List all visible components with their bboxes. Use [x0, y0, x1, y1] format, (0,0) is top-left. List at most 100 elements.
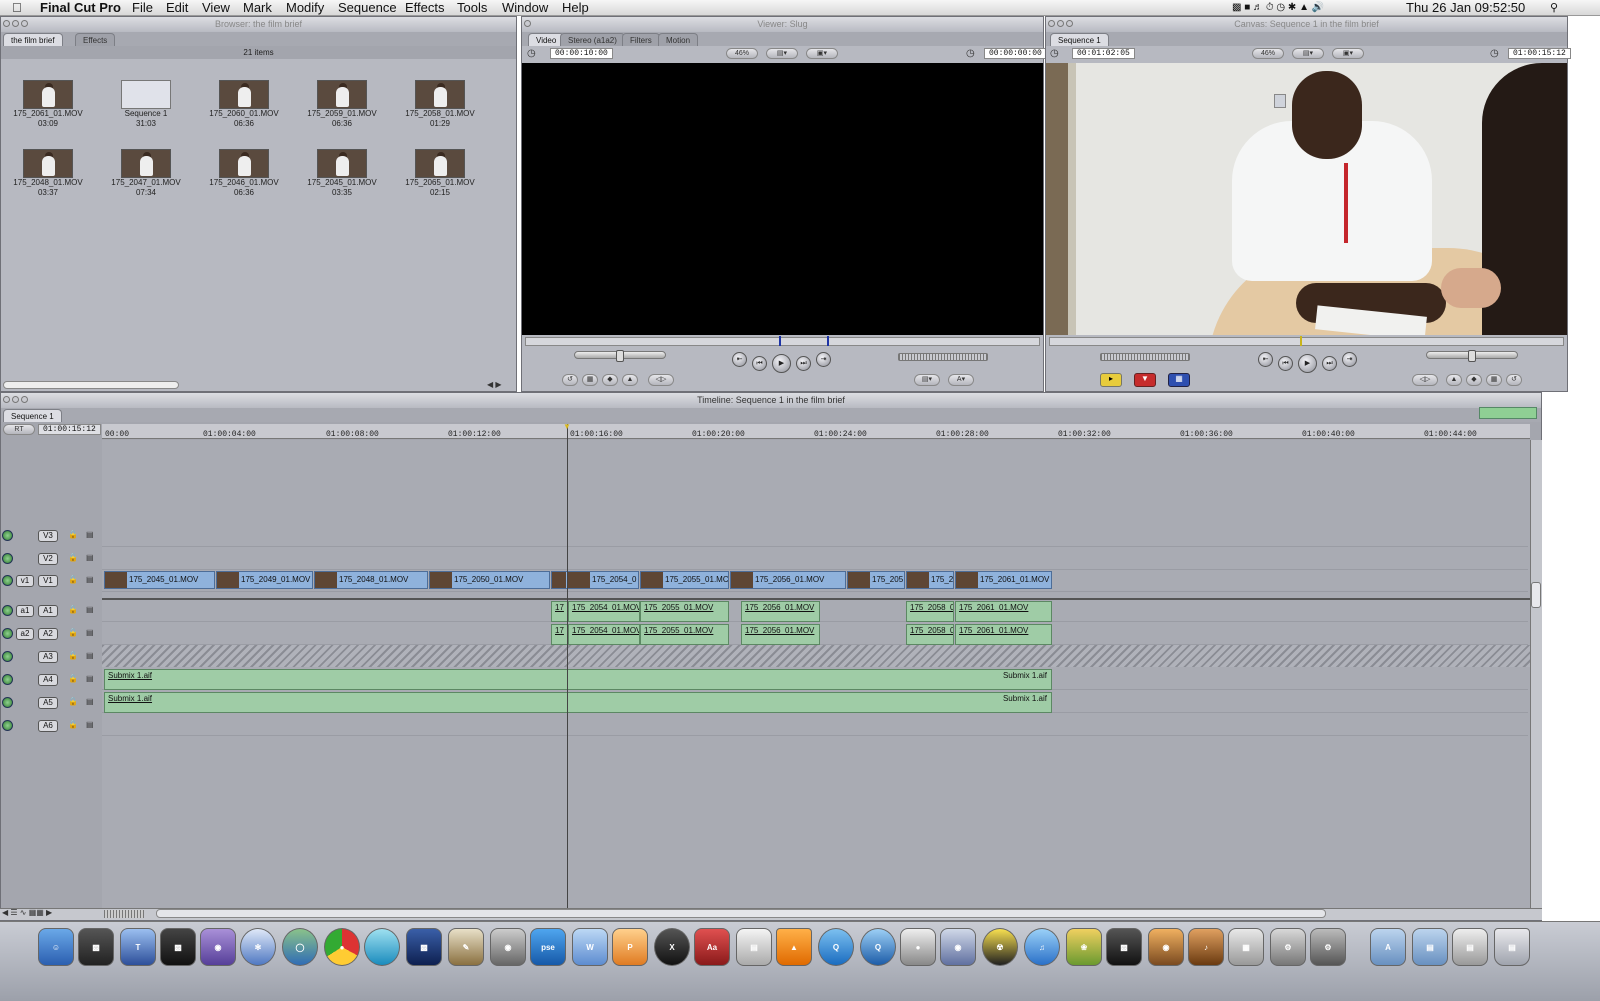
- browser-clip[interactable]: 175_2046_01.MOV 06:36: [198, 149, 290, 211]
- scroll-thumb[interactable]: [1531, 582, 1541, 608]
- close-button[interactable]: [3, 20, 10, 27]
- timeline-audio-clip[interactable]: 175_2056_01.MOV: [741, 601, 820, 622]
- track-a6[interactable]: [102, 714, 1528, 736]
- browser-clip[interactable]: 175_2047_01.MOV 07:34: [100, 149, 192, 211]
- go-to-previous-edit-button[interactable]: ⏮: [1278, 356, 1293, 371]
- preferences-icon[interactable]: ⚙: [1270, 928, 1306, 966]
- track-label[interactable]: A2: [38, 628, 58, 640]
- track-audible-icon[interactable]: [2, 720, 13, 731]
- out-point-marker[interactable]: [827, 336, 829, 346]
- vlc-icon[interactable]: ▲: [776, 928, 812, 966]
- timeline-current-timecode[interactable]: 01:00:15:12: [38, 424, 101, 435]
- track-v3[interactable]: [102, 525, 1528, 547]
- timeline-video-clip[interactable]: 175_2049_01.MOV: [216, 571, 313, 589]
- wacom-icon[interactable]: W: [572, 928, 608, 966]
- source-patch-v1[interactable]: v1: [16, 575, 34, 587]
- globe-icon[interactable]: ◯: [282, 928, 318, 966]
- text-app-icon[interactable]: T: [120, 928, 156, 966]
- play-in-to-out-button[interactable]: ⇤: [1258, 352, 1273, 367]
- menu-file[interactable]: File: [132, 0, 153, 16]
- zoom-button[interactable]: [21, 20, 28, 27]
- safari-icon[interactable]: ✻: [240, 928, 276, 966]
- mark-clip-button[interactable]: ▦: [1486, 374, 1502, 386]
- zoom-slider[interactable]: [104, 910, 144, 918]
- calculator-icon[interactable]: ▦: [1228, 928, 1264, 966]
- overlay-popup[interactable]: ▣▾: [806, 48, 838, 59]
- mark-in-out-button[interactable]: ◁▷: [648, 374, 674, 386]
- playhead-handle-icon[interactable]: ▼: [563, 422, 571, 431]
- browser-clip[interactable]: 175_2048_01.MOV 03:37: [2, 149, 94, 211]
- tab-effects[interactable]: Effects: [75, 33, 116, 46]
- zoom-button[interactable]: [21, 396, 28, 403]
- shuttle-control[interactable]: [1426, 350, 1518, 362]
- lock-icon[interactable]: 🔒: [68, 674, 78, 683]
- insert-edit-button[interactable]: ▸: [1100, 373, 1122, 387]
- track-label[interactable]: V2: [38, 553, 58, 565]
- viewer-video-area[interactable]: [522, 63, 1043, 335]
- documents-folder-icon[interactable]: ▤: [1412, 928, 1448, 966]
- search-icon[interactable]: ⚲: [1550, 0, 1558, 16]
- sphere-icon[interactable]: [364, 928, 400, 966]
- track-audible-icon[interactable]: [2, 674, 13, 685]
- dvd-player-icon[interactable]: ●: [900, 928, 936, 966]
- menu-sequence[interactable]: Sequence: [338, 0, 397, 16]
- lock-icon[interactable]: 🔒: [68, 628, 78, 637]
- timeline-audio-clip[interactable]: 175_2058_0: [906, 624, 954, 645]
- timeline-audio-clip[interactable]: 175_2054_01.MOV: [568, 624, 640, 645]
- view-options-popup[interactable]: ▤▾: [766, 48, 798, 59]
- preview-icon[interactable]: ▤: [736, 928, 772, 966]
- final-cut-pro-icon[interactable]: ▩: [78, 928, 114, 966]
- close-button[interactable]: [524, 20, 531, 27]
- tab-sequence-1[interactable]: Sequence 1: [1050, 33, 1109, 46]
- view-options-popup[interactable]: ▤▾: [1292, 48, 1324, 59]
- play-around-button[interactable]: ⇥: [1342, 352, 1357, 367]
- play-button[interactable]: ▶: [1298, 354, 1317, 373]
- add-marker-button[interactable]: ▲: [622, 374, 638, 386]
- auto-select-icon[interactable]: ▤: [86, 651, 94, 660]
- track-label[interactable]: A6: [38, 720, 58, 732]
- playhead[interactable]: [567, 424, 568, 910]
- track-label[interactable]: A4: [38, 674, 58, 686]
- menu-effects[interactable]: Effects: [405, 0, 445, 16]
- auto-select-icon[interactable]: ▤: [86, 674, 94, 683]
- app-menu[interactable]: Final Cut Pro: [40, 0, 121, 16]
- iphoto-icon[interactable]: ◉: [1148, 928, 1184, 966]
- timeline-audio-clip[interactable]: 175_2054_01.MOV: [568, 601, 640, 622]
- status-icons[interactable]: ▩ ■ ♬ ⏱ ◷ ✱ ▲ 🔊: [1232, 0, 1324, 16]
- canvas-scrubber[interactable]: [1049, 337, 1564, 346]
- play-button[interactable]: ▶: [772, 354, 791, 373]
- track-visibility-icon[interactable]: [2, 553, 13, 564]
- menu-modify[interactable]: Modify: [286, 0, 324, 16]
- browser-clip[interactable]: 175_2059_01.MOV 06:36: [296, 80, 388, 142]
- track-audible-icon[interactable]: [2, 651, 13, 662]
- menu-window[interactable]: Window: [502, 0, 548, 16]
- browser-clip[interactable]: 175_2045_01.MOV 03:35: [296, 149, 388, 211]
- track-visibility-icon[interactable]: [2, 530, 13, 541]
- browser-sequence[interactable]: Sequence 1 31:03: [100, 80, 192, 142]
- canvas-duration-timecode[interactable]: 00:01:02:05: [1072, 48, 1135, 59]
- timeline-video-clip[interactable]: 175_2050_01.MOV: [429, 571, 550, 589]
- go-to-next-edit-button[interactable]: ⏭: [796, 356, 811, 371]
- browser-clip[interactable]: 175_2065_01.MOV 02:15: [394, 149, 486, 211]
- tab-motion[interactable]: Motion: [658, 33, 699, 46]
- tab-video[interactable]: Video: [528, 33, 565, 46]
- garageband-icon[interactable]: ♪: [1188, 928, 1224, 966]
- submix-audio-clip[interactable]: Submix 1.aif Submix 1.aif: [104, 669, 1052, 690]
- chrome-icon[interactable]: ●: [324, 928, 360, 966]
- in-point-marker[interactable]: [779, 336, 781, 346]
- lock-icon[interactable]: 🔒: [68, 530, 78, 539]
- lock-icon[interactable]: 🔒: [68, 575, 78, 584]
- timeline-audio-clip[interactable]: 17: [551, 624, 568, 645]
- close-button[interactable]: [1048, 20, 1055, 27]
- pineapple-icon[interactable]: ❀: [1066, 928, 1102, 966]
- viewer-zoom-popup[interactable]: 46%: [726, 48, 758, 59]
- track-label[interactable]: V1: [38, 575, 58, 587]
- auto-select-icon[interactable]: ▤: [86, 720, 94, 729]
- canvas-video-frame[interactable]: [1046, 63, 1567, 335]
- menu-help[interactable]: Help: [562, 0, 589, 16]
- close-button[interactable]: [3, 396, 10, 403]
- photo-app-icon[interactable]: ◉: [940, 928, 976, 966]
- track-label[interactable]: A3: [38, 651, 58, 663]
- match-frame-button[interactable]: ↺: [562, 374, 578, 386]
- minimize-button[interactable]: [12, 396, 19, 403]
